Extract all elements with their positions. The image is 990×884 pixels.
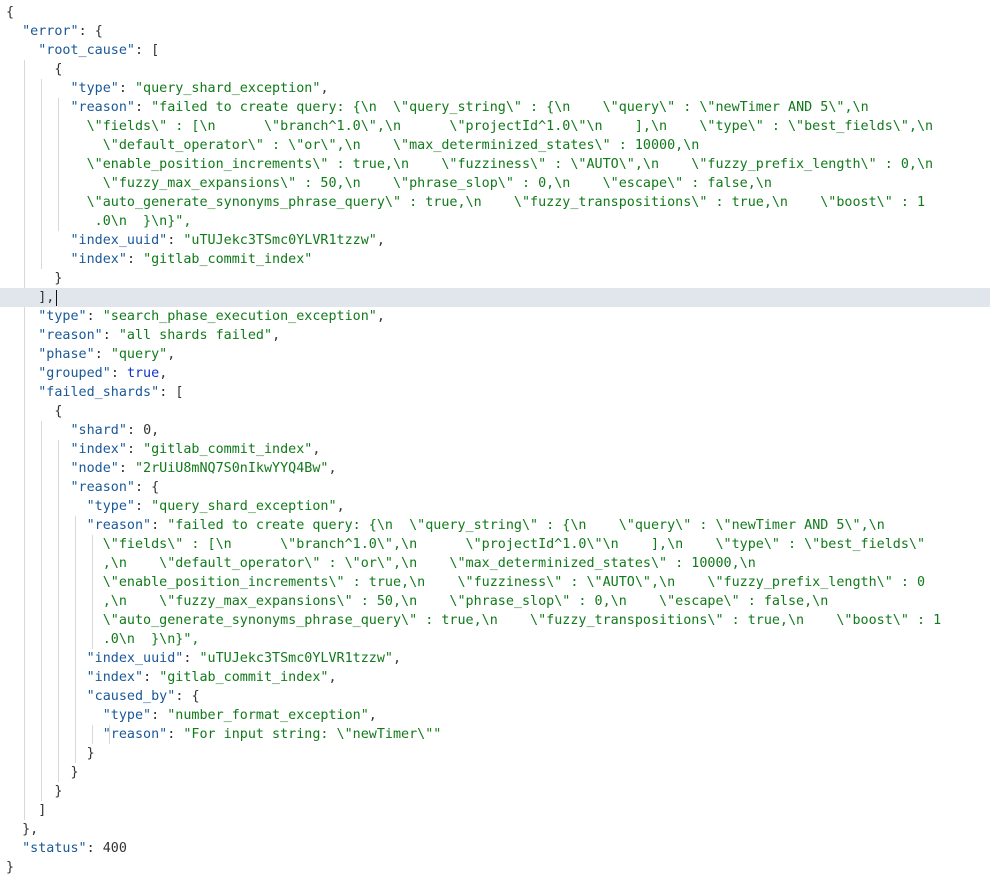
json-line[interactable]: "index_uuid": "uTUJekc3TSmc0YLVR1tzzw", (0, 231, 990, 250)
json-line[interactable]: "reason": "failed to create query: {\n \… (0, 516, 990, 535)
json-line[interactable]: } (0, 782, 990, 801)
json-line-text: ] (6, 803, 47, 818)
json-line-text: "status": 400 (22, 841, 127, 856)
json-line-text: \"auto_generate_synonyms_phrase_query\" … (6, 195, 926, 210)
json-line-text: \"fields\" : [\n \"branch^1.0\",\n \"pro… (6, 537, 926, 552)
json-line-text: { (6, 404, 63, 419)
json-line-text: }, (6, 822, 39, 837)
json-line[interactable]: ,\n \"fuzzy_max_expansions\" : 50,\n \"p… (0, 592, 990, 611)
json-line[interactable]: "status": 400 (0, 839, 990, 858)
json-line-text: "root_cause": [ (38, 43, 160, 58)
json-line[interactable]: \"default_operator\" : \"or\",\n \"max_d… (0, 136, 990, 155)
json-line[interactable]: "reason": "For input string: \"newTimer\… (0, 725, 990, 744)
json-line[interactable]: "index_uuid": "uTUJekc3TSmc0YLVR1tzzw", (0, 649, 990, 668)
json-line-text: } (6, 271, 63, 286)
json-line-text: "reason": { (70, 480, 160, 495)
json-line-text: .0\n }\n}", (6, 632, 200, 647)
json-line[interactable]: "grouped": true, (0, 364, 990, 383)
json-line-text: "index_uuid": "uTUJekc3TSmc0YLVR1tzzw", (86, 651, 402, 666)
json-line-text: "node": "2rUiU8mNQ7S0nIkwYYQ4Bw", (70, 461, 337, 476)
json-line[interactable]: \"enable_position_increments\" : true,\n… (0, 573, 990, 592)
json-line[interactable]: "phase": "query", (0, 345, 990, 364)
json-line[interactable]: "index": "gitlab_commit_index" (0, 250, 990, 269)
json-line[interactable]: \"fields\" : [\n \"branch^1.0\",\n \"pro… (0, 117, 990, 136)
json-line[interactable]: } (0, 763, 990, 782)
json-line-text: "type": "query_shard_exception", (86, 499, 345, 514)
json-line[interactable]: \"auto_generate_synonyms_phrase_query\" … (0, 611, 990, 630)
json-line-text: { (6, 5, 15, 20)
json-line[interactable]: "reason": { (0, 478, 990, 497)
json-line-text: { (6, 62, 63, 77)
json-line-text: "error": { (22, 24, 103, 39)
json-line[interactable]: { (0, 3, 990, 22)
text-cursor (55, 290, 57, 306)
json-line[interactable]: ], (0, 288, 990, 307)
json-line[interactable]: \"fuzzy_max_expansions\" : 50,\n \"phras… (0, 174, 990, 193)
json-line[interactable]: "failed_shards": [ (0, 383, 990, 402)
json-line-text: ,\n \"fuzzy_max_expansions\" : 50,\n \"p… (6, 594, 829, 609)
json-line-text: \"auto_generate_synonyms_phrase_query\" … (6, 613, 942, 628)
json-line[interactable]: "type": "query_shard_exception", (0, 497, 990, 516)
json-line-text: "reason": "failed to create query: {\n \… (70, 100, 869, 115)
json-line[interactable]: ,\n \"default_operator\" : \"or\",\n \"m… (0, 554, 990, 573)
json-line[interactable]: .0\n }\n}", (0, 212, 990, 231)
json-line-text: "index": "gitlab_commit_index", (70, 442, 321, 457)
json-line[interactable]: "index": "gitlab_commit_index", (0, 440, 990, 459)
json-line-text: "type": "number_format_exception", (102, 708, 377, 723)
json-line-text: } (6, 860, 15, 875)
json-line-text: } (6, 746, 95, 761)
json-line[interactable]: "shard": 0, (0, 421, 990, 440)
json-line-text: } (6, 784, 63, 799)
json-line-text: "grouped": true, (38, 366, 168, 381)
json-line-text: \"enable_position_increments\" : true,\n… (6, 157, 934, 172)
json-line[interactable]: "error": { (0, 22, 990, 41)
json-line-text: ,\n \"default_operator\" : \"or\",\n \"m… (6, 556, 756, 571)
json-line-text: "shard": 0, (70, 423, 160, 438)
json-response-viewer[interactable]: { "error": { "root_cause": [ { "type": "… (0, 0, 990, 884)
json-line-text: "index": "gitlab_commit_index" (70, 252, 313, 267)
json-line-text: \"fields\" : [\n \"branch^1.0\",\n \"pro… (6, 119, 934, 134)
json-line[interactable]: "node": "2rUiU8mNQ7S0nIkwYYQ4Bw", (0, 459, 990, 478)
json-line[interactable]: ] (0, 801, 990, 820)
json-line[interactable]: "type": "search_phase_execution_exceptio… (0, 307, 990, 326)
json-line[interactable]: "type": "query_shard_exception", (0, 79, 990, 98)
json-line[interactable]: } (0, 744, 990, 763)
json-line[interactable]: "root_cause": [ (0, 41, 990, 60)
json-line-text: "reason": "failed to create query: {\n \… (86, 518, 885, 533)
json-line[interactable]: "index": "gitlab_commit_index", (0, 668, 990, 687)
json-line-text: \"enable_position_increments\" : true,\n… (6, 575, 926, 590)
json-line[interactable]: "type": "number_format_exception", (0, 706, 990, 725)
json-line-text: ], (6, 290, 55, 305)
json-line-text: \"default_operator\" : \"or\",\n \"max_d… (6, 138, 700, 153)
json-line[interactable]: { (0, 60, 990, 79)
json-line[interactable]: } (0, 269, 990, 288)
json-line-text: \"fuzzy_max_expansions\" : 50,\n \"phras… (6, 176, 772, 191)
json-line-text: "type": "search_phase_execution_exceptio… (38, 309, 385, 324)
json-line-text: "index_uuid": "uTUJekc3TSmc0YLVR1tzzw", (70, 233, 385, 248)
json-line[interactable]: "reason": "all shards failed", (0, 326, 990, 345)
json-line[interactable]: \"auto_generate_synonyms_phrase_query\" … (0, 193, 990, 212)
json-line[interactable]: "reason": "failed to create query: {\n \… (0, 98, 990, 117)
json-line[interactable]: } (0, 858, 990, 877)
json-line[interactable]: { (0, 402, 990, 421)
json-line[interactable]: "caused_by": { (0, 687, 990, 706)
json-line-text: "index": "gitlab_commit_index", (86, 670, 337, 685)
json-line[interactable]: \"fields\" : [\n \"branch^1.0\",\n \"pro… (0, 535, 990, 554)
json-line-text: } (6, 765, 79, 780)
json-line-text: "failed_shards": [ (38, 385, 184, 400)
json-line-text: "phase": "query", (38, 347, 176, 362)
json-line-text: "type": "query_shard_exception", (70, 81, 329, 96)
json-line-text: "reason": "For input string: \"newTimer\… (102, 727, 442, 742)
json-line-text: "caused_by": { (86, 689, 200, 704)
json-line[interactable]: }, (0, 820, 990, 839)
json-line[interactable]: \"enable_position_increments\" : true,\n… (0, 155, 990, 174)
json-line-text: "reason": "all shards failed", (38, 328, 281, 343)
json-line-text: .0\n }\n}", (6, 214, 192, 229)
json-line[interactable]: .0\n }\n}", (0, 630, 990, 649)
